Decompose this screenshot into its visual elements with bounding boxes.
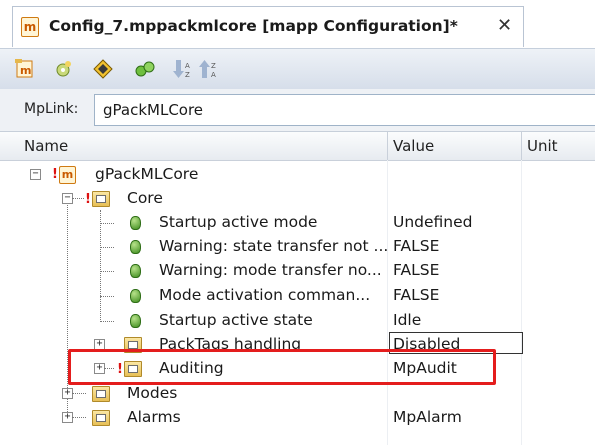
svg-text:Z: Z bbox=[211, 62, 216, 70]
column-divider[interactable] bbox=[387, 132, 388, 160]
tab-bar: m Config_7.mppackmlcore [mapp Configurat… bbox=[0, 0, 595, 48]
row-value[interactable]: FALSE bbox=[393, 237, 439, 255]
grid-header: Name Value Unit bbox=[0, 132, 595, 161]
parameter-icon bbox=[130, 216, 141, 230]
tree-line bbox=[100, 247, 114, 248]
warning-icon: ! bbox=[52, 167, 58, 182]
row-label: Core bbox=[127, 189, 163, 207]
expand-icon[interactable] bbox=[134, 58, 156, 80]
mplink-label: MpLink: bbox=[24, 101, 79, 117]
folder-icon bbox=[92, 410, 110, 426]
parameter-icon bbox=[130, 264, 141, 278]
row-value[interactable]: Idle bbox=[393, 311, 421, 329]
row-label: Startup active state bbox=[159, 311, 313, 329]
parameter-icon bbox=[130, 314, 141, 328]
tree-row-core[interactable]: − ! Core bbox=[0, 187, 595, 211]
row-value[interactable]: FALSE bbox=[393, 286, 439, 304]
tree-line bbox=[100, 296, 114, 297]
tree-line bbox=[100, 223, 114, 224]
tree-row-warning-mode-transfer[interactable]: Warning: mode transfer no... FALSE bbox=[0, 259, 595, 283]
sort-desc-icon[interactable]: ZA bbox=[198, 58, 220, 80]
tree-row-startup-active-mode[interactable]: Startup active mode Undefined bbox=[0, 211, 595, 235]
parameter-icon bbox=[130, 240, 141, 254]
mplink-value: gPackMLCore bbox=[103, 101, 204, 119]
row-label: Startup active mode bbox=[159, 213, 318, 231]
folder-icon bbox=[92, 191, 110, 207]
column-divider[interactable] bbox=[521, 132, 522, 160]
svg-text:A: A bbox=[185, 62, 190, 70]
mapp-core-icon: m bbox=[59, 166, 76, 184]
mplink-bar: MpLink: gPackMLCore bbox=[0, 89, 595, 132]
tree-line bbox=[100, 321, 114, 322]
row-label: Alarms bbox=[127, 408, 181, 426]
highlight-annotation bbox=[68, 349, 496, 385]
tab-title: Config_7.mppackmlcore [mapp Configuratio… bbox=[49, 17, 458, 35]
row-label: Warning: mode transfer no... bbox=[159, 261, 382, 279]
sort-asc-icon[interactable]: AZ bbox=[172, 58, 194, 80]
svg-text:m: m bbox=[20, 64, 31, 77]
mplink-input[interactable]: gPackMLCore bbox=[94, 94, 595, 126]
column-header-unit[interactable]: Unit bbox=[527, 137, 558, 155]
tree-line bbox=[100, 271, 114, 272]
svg-text:A: A bbox=[211, 71, 216, 79]
gear-add-icon[interactable] bbox=[52, 58, 74, 80]
close-icon[interactable]: ✕ bbox=[497, 15, 512, 36]
tree-line bbox=[72, 198, 84, 199]
tree-line bbox=[72, 393, 86, 394]
row-value[interactable]: Undefined bbox=[393, 213, 473, 231]
tree-row-modes[interactable]: + Modes bbox=[0, 382, 595, 406]
folder-icon bbox=[92, 386, 110, 402]
new-config-icon[interactable]: m bbox=[14, 58, 36, 80]
tree-row-warning-state-transfer[interactable]: Warning: state transfer not ... FALSE bbox=[0, 235, 595, 259]
tree-line bbox=[72, 417, 86, 418]
column-header-value[interactable]: Value bbox=[393, 137, 434, 155]
row-label: Warning: state transfer not ... bbox=[159, 237, 389, 255]
tree-row-startup-active-state[interactable]: Startup active state Idle bbox=[0, 309, 595, 333]
parameter-icon bbox=[130, 289, 141, 303]
tree-row-mode-activation-command[interactable]: Mode activation comman... FALSE bbox=[0, 284, 595, 308]
tree-row-alarms[interactable]: + Alarms MpAlarm bbox=[0, 406, 595, 430]
toolbar: m AZ ZA bbox=[0, 48, 595, 90]
column-header-name[interactable]: Name bbox=[24, 137, 68, 155]
tree-row-gpackmlcore[interactable]: − ! m gPackMLCore bbox=[0, 163, 595, 187]
warning-icon: ! bbox=[85, 192, 91, 207]
row-value[interactable]: FALSE bbox=[393, 261, 439, 279]
mapp-config-icon: m bbox=[21, 17, 39, 37]
row-label: gPackMLCore bbox=[95, 165, 199, 183]
navigate-icon[interactable] bbox=[92, 58, 114, 80]
row-value[interactable]: MpAlarm bbox=[393, 408, 462, 426]
tab-config-file[interactable]: m Config_7.mppackmlcore [mapp Configurat… bbox=[12, 6, 524, 47]
row-label: Modes bbox=[127, 384, 178, 402]
collapse-toggle[interactable]: − bbox=[30, 169, 41, 180]
svg-text:Z: Z bbox=[185, 71, 190, 79]
row-label: Mode activation comman... bbox=[159, 286, 371, 304]
